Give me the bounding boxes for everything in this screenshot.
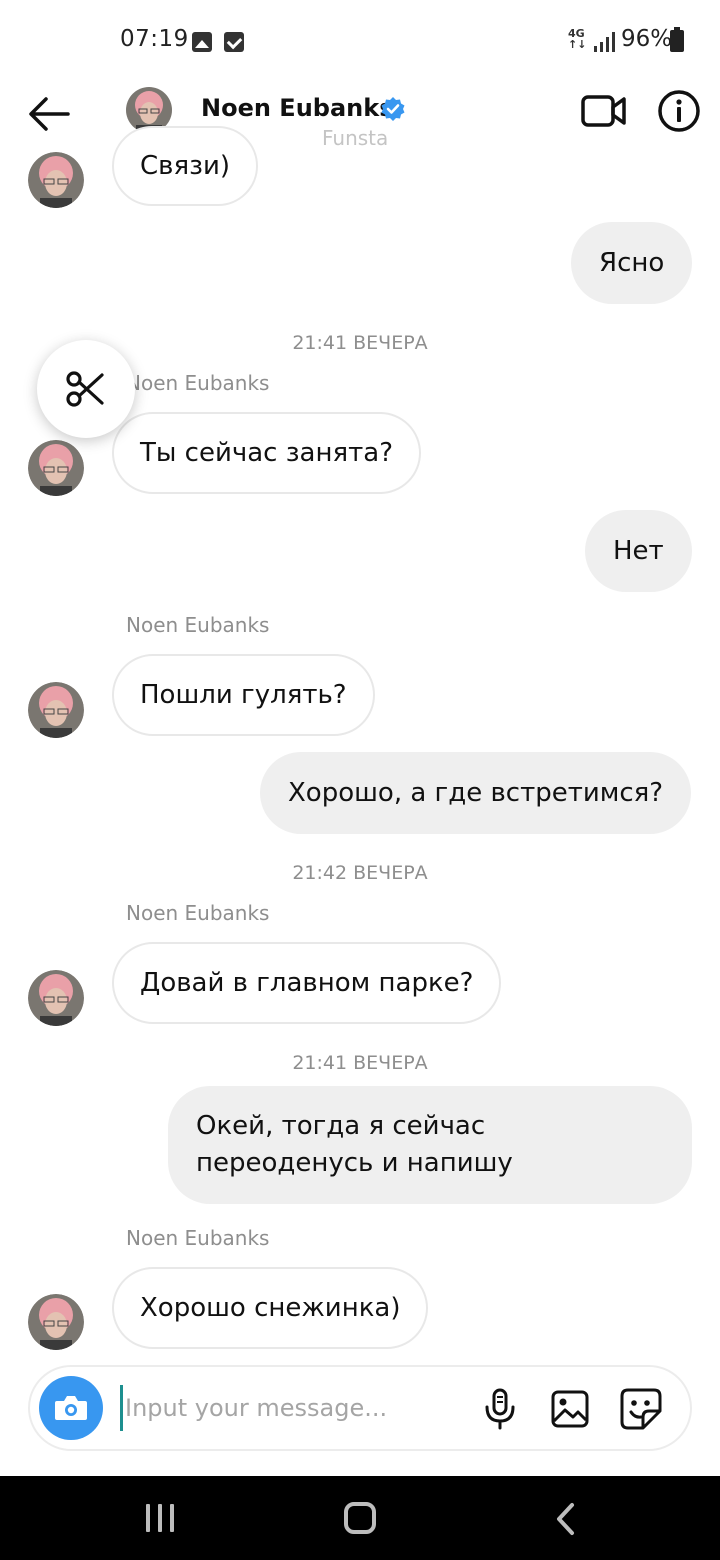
network-type: 4G ↑↓ bbox=[568, 27, 587, 51]
microphone-icon bbox=[485, 1388, 515, 1430]
message-bubble-incoming[interactable]: Хорошо снежинка) bbox=[112, 1267, 429, 1349]
video-call-button[interactable] bbox=[578, 88, 630, 134]
status-time: 07:19 bbox=[120, 26, 189, 52]
watermark-text: Funsta bbox=[322, 126, 389, 150]
sender-name: Noen Eubanks bbox=[126, 1226, 270, 1250]
home-icon[interactable] bbox=[344, 1502, 376, 1534]
sticker-icon bbox=[620, 1388, 662, 1430]
avatar-image bbox=[28, 970, 84, 1026]
message-bubble-outgoing[interactable]: Хорошо, а где встретимся? bbox=[260, 752, 692, 834]
scissors-icon bbox=[66, 371, 104, 407]
status-bar: 07:19 4G ↑↓ 96% bbox=[0, 0, 720, 84]
photo-icon bbox=[192, 32, 212, 52]
message-bubble-incoming[interactable]: Связи) bbox=[112, 126, 258, 206]
message-bubble-incoming[interactable]: Пошли гулять? bbox=[112, 654, 375, 736]
gallery-icon bbox=[551, 1390, 589, 1428]
system-nav-bar bbox=[0, 1476, 720, 1560]
voice-message-button[interactable] bbox=[482, 1387, 518, 1431]
battery-level: 96% bbox=[621, 26, 673, 52]
sender-name: Noen Eubanks bbox=[126, 613, 270, 637]
message-bubble-outgoing[interactable]: Ясно bbox=[571, 222, 693, 304]
avatar[interactable] bbox=[28, 1294, 84, 1350]
avatar[interactable] bbox=[28, 440, 84, 496]
info-icon bbox=[658, 90, 700, 132]
message-input[interactable] bbox=[120, 1385, 460, 1431]
message-composer bbox=[28, 1365, 692, 1451]
chat-screen: 07:19 4G ↑↓ 96% Noen Eubanks Funsta Связ… bbox=[0, 0, 720, 1560]
sender-name: Noen Eubanks bbox=[126, 371, 270, 395]
camera-icon bbox=[55, 1396, 87, 1420]
nav-back-icon[interactable] bbox=[550, 1502, 582, 1536]
avatar[interactable] bbox=[28, 682, 84, 738]
signal-icon bbox=[592, 30, 616, 52]
message-bubble-incoming[interactable]: Довай в главном парке? bbox=[112, 942, 502, 1024]
timestamp: 21:42 ВЕЧЕРА bbox=[292, 862, 428, 884]
chat-title[interactable]: Noen Eubanks bbox=[201, 94, 393, 122]
avatar[interactable] bbox=[28, 970, 84, 1026]
chat-header: Noen Eubanks Funsta bbox=[0, 84, 720, 150]
message-bubble-outgoing[interactable]: Окей, тогда я сейчас переоденусь и напиш… bbox=[168, 1086, 692, 1204]
avatar-image bbox=[28, 682, 84, 738]
battery-icon bbox=[670, 27, 684, 52]
gallery-button[interactable] bbox=[550, 1389, 590, 1429]
verified-icon bbox=[381, 97, 405, 121]
scissors-tool-button[interactable] bbox=[37, 340, 135, 438]
video-call-icon bbox=[581, 95, 626, 127]
avatar-image bbox=[28, 1294, 84, 1350]
avatar-image bbox=[28, 152, 84, 208]
camera-button[interactable] bbox=[39, 1376, 103, 1440]
timestamp: 21:41 ВЕЧЕРА bbox=[292, 1052, 428, 1074]
message-bubble-incoming[interactable]: Ты сейчас занята? bbox=[112, 412, 421, 494]
check-icon bbox=[224, 32, 244, 52]
back-button[interactable] bbox=[24, 90, 76, 138]
avatar-image bbox=[28, 440, 84, 496]
info-button[interactable] bbox=[654, 86, 704, 136]
avatar[interactable] bbox=[28, 152, 84, 208]
sticker-button[interactable] bbox=[619, 1387, 663, 1431]
recent-apps-icon[interactable] bbox=[144, 1504, 176, 1534]
sender-name: Noen Eubanks bbox=[126, 901, 270, 925]
back-arrow-icon bbox=[29, 97, 70, 131]
message-bubble-outgoing[interactable]: Нет bbox=[585, 510, 692, 592]
